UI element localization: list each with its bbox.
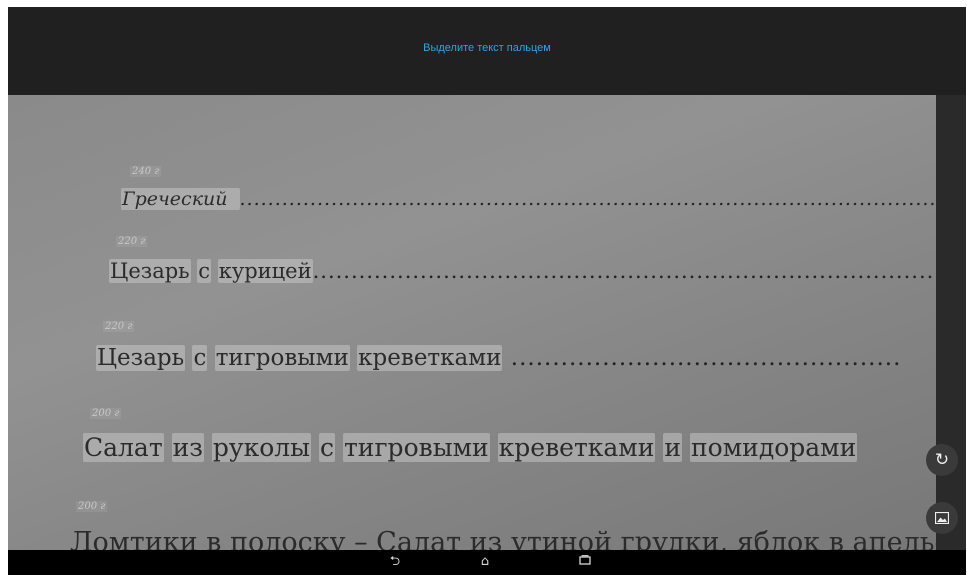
menu-line: Ломтики в полоску – Салат из утиной груд… [70,527,966,550]
gallery-glyph [934,511,950,525]
select-text-hint: Выделите текст пальцем [423,42,551,54]
word-highlight[interactable]: креветками [497,433,656,462]
price-label: 220 г [103,321,135,332]
rotate-icon[interactable]: ↻ [926,444,958,476]
word-highlight[interactable]: Салат [83,433,164,462]
nav-bar: ⮌ ⌂ [8,550,966,575]
word-highlight[interactable]: помидорами [690,433,858,462]
menu-line: Греческий...............................… [121,188,966,210]
price-label: 240 г [130,166,162,177]
word-highlight[interactable]: креветками [357,345,503,371]
word-highlight[interactable]: Цезарь [109,259,191,283]
price-label: 200 г [76,501,108,512]
word-highlight[interactable]: с [197,259,212,283]
recents-glyph [579,555,591,565]
word-highlight[interactable]: тигровыми [342,433,490,462]
word-highlight[interactable]: из [171,433,204,462]
recents-icon[interactable] [574,552,596,572]
word-highlight[interactable]: и [663,433,683,462]
word-highlight[interactable]: Цезарь [96,345,186,371]
menu-line: Цезарь с курицей........................… [109,259,966,283]
word-highlight[interactable]: руколы [211,433,312,462]
price-label: 220 г [116,236,148,247]
gallery-icon[interactable] [926,502,958,534]
word-highlight[interactable]: Греческий [121,188,240,210]
menu-line: Цезарь с тигровыми креветками ..........… [96,345,902,371]
camera-preview[interactable]: 240 г Греческий.........................… [8,95,966,550]
word-highlight[interactable]: с [319,433,336,462]
back-icon[interactable]: ⮌ [384,552,406,572]
screen: Выделите текст пальцем 240 г Греческий..… [8,7,966,575]
word-highlight[interactable]: тигровыми [214,345,350,371]
word-highlight[interactable]: курицей [217,259,313,283]
top-bar: Выделите текст пальцем [8,7,966,95]
home-icon[interactable]: ⌂ [474,552,496,572]
price-label: 200 г [90,408,122,419]
word-highlight[interactable]: с [192,345,208,371]
frame: Выделите текст пальцем 240 г Греческий..… [0,0,967,582]
side-strip [936,95,966,550]
menu-line: Салат из руколы с тигровыми креветками и… [83,433,858,462]
